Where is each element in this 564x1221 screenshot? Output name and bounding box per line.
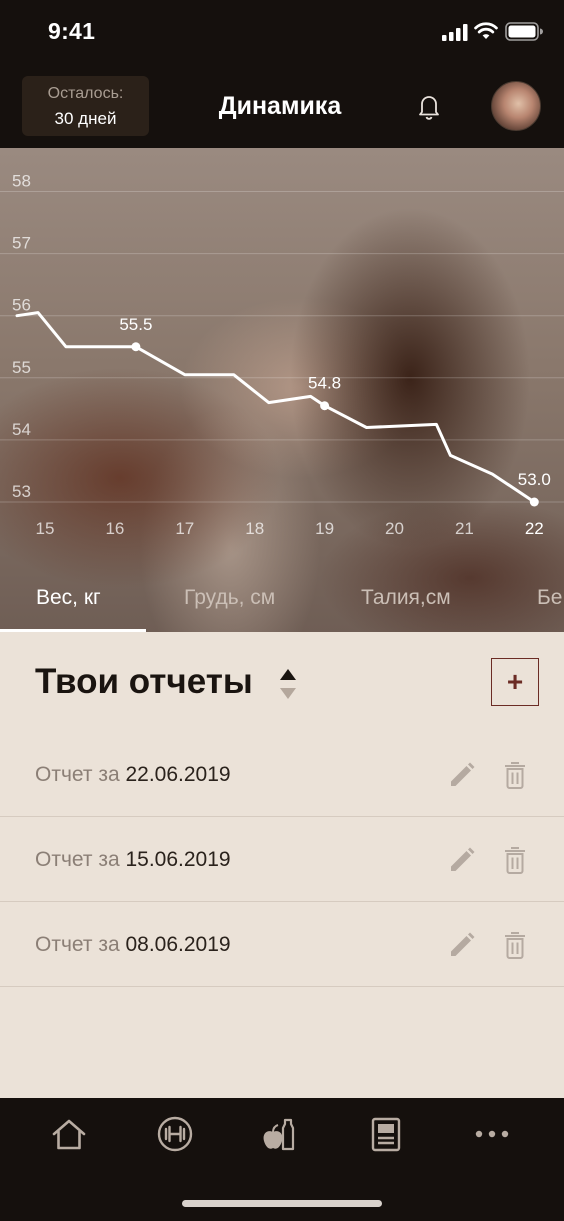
y-tick-label: 56 [12,296,31,315]
wifi-icon [474,22,498,39]
report-prefix: Отчет за [35,848,120,871]
report-date: 22.06.2019 [125,763,231,786]
report-label: Отчет за 15.06.2019 [35,848,231,872]
y-tick-label: 55 [12,358,31,377]
x-tick-label: 22 [525,519,544,538]
tab-weight[interactable]: Вес, кг [36,586,101,610]
tab-hips[interactable]: Бе [537,586,562,610]
data-point [320,401,330,411]
status-time: 9:41 [48,18,96,44]
x-tick-label: 15 [36,519,55,538]
y-tick-label: 58 [12,172,31,191]
battery-icon [505,22,543,41]
article-icon[interactable] [366,1114,406,1154]
report-date: 08.06.2019 [125,933,231,956]
status-bar: 9:41 [0,0,564,64]
days-remaining-badge: Осталось: 30 дней [22,76,149,136]
dumbbell-icon[interactable] [155,1114,195,1154]
avatar[interactable] [491,81,541,131]
report-prefix: Отчет за [35,763,120,786]
trash-icon[interactable] [503,761,527,789]
more-icon[interactable] [472,1114,512,1154]
x-tick-label: 21 [455,519,474,538]
home-indicator [182,1200,382,1207]
x-tick-label: 17 [175,519,194,538]
report-prefix: Отчет за [35,933,120,956]
data-label: 55.5 [119,315,152,334]
x-tick-label: 19 [315,519,334,538]
data-label: 54.8 [308,374,341,393]
report-label: Отчет за 22.06.2019 [35,763,231,787]
trash-icon[interactable] [503,931,527,959]
add-report-button[interactable]: + [491,658,539,706]
pencil-icon[interactable] [449,762,475,788]
x-tick-label: 18 [245,519,264,538]
data-label: 53.0 [518,470,551,489]
report-list: Отчет за 22.06.2019 Отчет за 15.06.2019 … [0,732,564,987]
weight-chart: 53 54 55 56 57 58 15 16 17 18 19 20 21 22 55.5 54.8 53.0 [0,148,564,632]
cellular-signal-icon [442,24,468,41]
report-row[interactable]: Отчет за 22.06.2019 [0,732,564,817]
reports-header: Твои отчеты + [0,632,564,732]
series-line [15,311,536,504]
measurement-tabs: Вес, кг Грудь, см Талия,см Бе [0,570,564,632]
report-row[interactable]: Отчет за 08.06.2019 [0,902,564,987]
y-tick-label: 57 [12,234,31,253]
sort-icon[interactable] [279,669,297,703]
report-label: Отчет за 08.06.2019 [35,933,231,957]
pencil-icon[interactable] [449,932,475,958]
tab-chest[interactable]: Грудь, см [184,586,275,610]
x-tick-label: 20 [385,519,404,538]
top-bar: 9:41 Осталось: 30 дней Динамика [0,0,564,148]
page-title: Динамика [218,92,342,120]
report-row[interactable]: Отчет за 15.06.2019 [0,817,564,902]
weight-chart-svg: 53 54 55 56 57 58 15 16 17 18 19 20 21 22 55.5 54.8 53.0 [0,172,564,538]
pencil-icon[interactable] [449,847,475,873]
bell-icon[interactable] [413,90,445,122]
nutrition-icon[interactable] [259,1114,299,1154]
trash-icon[interactable] [503,846,527,874]
report-date: 15.06.2019 [125,848,231,871]
reports-title: Твои отчеты [35,662,253,701]
tab-waist[interactable]: Талия,см [361,586,451,610]
days-remaining-value: 30 дней [54,109,117,128]
days-remaining-label: Осталось: [47,85,124,102]
y-tick-label: 54 [12,420,31,439]
data-point [529,497,539,507]
x-tick-label: 16 [105,519,124,538]
home-icon[interactable] [49,1114,89,1154]
data-point [131,342,141,352]
y-tick-label: 53 [12,482,31,501]
